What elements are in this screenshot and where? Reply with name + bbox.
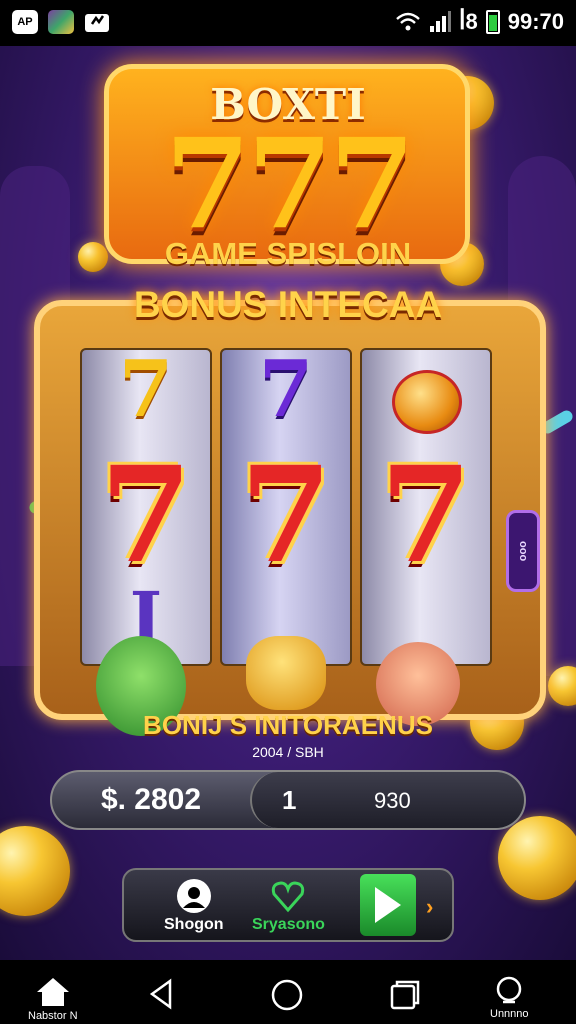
reel-symbol-middle: 7 — [240, 438, 332, 593]
clock: 99:70 — [507, 9, 564, 34]
assistant-icon — [497, 976, 522, 1004]
coin-decoration — [0, 826, 70, 916]
reel-symbol-top: 7 — [258, 348, 314, 435]
network-type: ꟾ8 — [458, 9, 478, 34]
game-subtitle: GAME SPISLOIN — [164, 236, 412, 271]
reel-symbol-top: 7 — [118, 348, 174, 435]
system-nav-bar: Nabstor N Unnnno — [0, 960, 576, 1024]
favorite-button-label: Sryasono — [252, 916, 325, 933]
nav-home-circle-button[interactable] — [270, 978, 304, 1012]
profile-button-label: Shogon — [164, 916, 224, 933]
folder-notification-icon — [85, 14, 109, 32]
slot-reels: 7 7 ꟾ 7 7 7 — [80, 348, 492, 666]
small-caption: 2004 / SBH — [252, 744, 324, 760]
battery-icon — [485, 10, 500, 34]
win-value: 930 — [374, 788, 411, 813]
play-icon — [375, 887, 401, 923]
bonus-title: BONUS INTECAA — [133, 284, 443, 325]
reel-1: 7 7 ꟾ — [80, 348, 212, 666]
wifi-icon — [396, 12, 420, 31]
home-circle-icon — [271, 979, 303, 1011]
reel-2: 7 7 — [220, 348, 352, 666]
nav-recents-button[interactable] — [388, 978, 422, 1012]
balance-value: $. 2802 — [100, 783, 202, 816]
home-icon — [36, 978, 69, 1006]
heart-icon — [272, 881, 305, 913]
bet-value[interactable]: 1 — [282, 785, 296, 816]
reel-symbol-middle: 7 — [100, 438, 192, 593]
recents-icon — [390, 980, 420, 1010]
nav-right-label: Unnnno — [490, 1008, 529, 1020]
nav-back-button[interactable] — [146, 978, 178, 1010]
favorite-button[interactable]: Sryasono — [252, 878, 325, 934]
app-badge: AP — [12, 10, 38, 34]
back-icon — [149, 978, 172, 1010]
nav-left-label: Nabstor N — [28, 1010, 78, 1022]
action-bar: Shogon Sryasono › — [122, 868, 454, 942]
gold-pot-icon — [246, 636, 326, 710]
coin-decoration — [548, 666, 576, 706]
user-icon — [176, 879, 211, 913]
more-chevron-icon[interactable]: › — [426, 894, 433, 920]
profile-button[interactable]: Shogon — [164, 878, 224, 934]
nav-assistant-button[interactable]: Unnnno — [490, 976, 529, 1020]
nav-home-button[interactable]: Nabstor N — [28, 976, 78, 1022]
signal-icon — [429, 11, 451, 32]
slot-game-scene: BOXTI 777 GAME SPISLOIN BONUS INTECAA 7 … — [0, 46, 576, 960]
reel-symbol-middle: 7 — [380, 438, 472, 593]
side-lever-button[interactable]: ooo — [506, 510, 540, 592]
status-bar: AP ꟾ8 99:70 — [0, 0, 576, 46]
spin-button[interactable] — [360, 874, 416, 936]
coin-decoration — [498, 816, 576, 900]
gallery-notification-icon — [48, 10, 74, 34]
reel-3: 7 — [360, 348, 492, 666]
orb-symbol-icon — [392, 370, 462, 434]
bonus-caption: BONIJ S INITORAENUS — [143, 710, 433, 740]
